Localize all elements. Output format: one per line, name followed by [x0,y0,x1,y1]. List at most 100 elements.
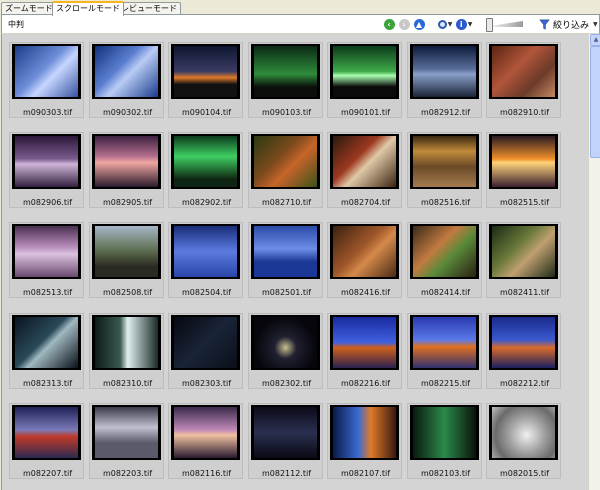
thumbnail-filename: m082710.tif [261,198,312,207]
thumbnail-filename: m082912.tif [420,108,471,117]
thumbnail-image [333,317,396,368]
thumbnail-filename: m082516.tif [420,198,471,207]
thumbnail-item[interactable]: m082501.tif [248,222,323,298]
thumbnail-item[interactable]: m082207.tif [9,403,84,479]
thumbnail-frame [330,44,399,99]
thumbnail-item[interactable]: m090302.tif [89,42,164,118]
thumbnail-item[interactable]: m082212.tif [486,313,561,389]
thumbnail-item[interactable]: m082015.tif [486,403,561,479]
thumbnail-image [413,46,476,97]
thumbnail-item[interactable]: m082310.tif [89,313,164,389]
thumbnail-image [174,407,237,458]
thumbnail-filename: m082302.tif [261,379,312,388]
thumbnail-frame [330,405,399,460]
thumbnail-item[interactable]: m090303.tif [9,42,84,118]
thumbnail-frame [489,405,558,460]
thumbnail-item[interactable]: m082910.tif [486,42,561,118]
tab-scroll-mode[interactable]: スクロールモード [52,1,124,16]
thumbnail-frame [12,224,81,279]
thumbnail-filename: m090303.tif [22,108,73,117]
thumbnail-frame [489,134,558,189]
thumbnail-image [15,46,78,97]
zoom-menu-button[interactable]: ▼ [435,17,455,31]
thumbnail-frame [12,315,81,370]
thumbnail-item[interactable]: m090104.tif [168,42,243,118]
thumbnail-item[interactable]: m082203.tif [89,403,164,479]
thumbnail-item[interactable]: m082103.tif [407,403,482,479]
thumbnail-image [254,136,317,187]
thumbnail-item[interactable]: m082313.tif [9,313,84,389]
thumbnail-item[interactable]: m082216.tif [327,313,402,389]
thumbnail-image [333,46,396,97]
thumbnail-filename: m090101.tif [340,108,391,117]
thumbnail-frame [489,224,558,279]
thumbnail-filename: m082508.tif [102,288,153,297]
thumbnail-item[interactable]: m082504.tif [168,222,243,298]
thumbnail-frame [489,315,558,370]
thumbnail-frame [92,44,161,99]
thumbnail-item[interactable]: m082411.tif [486,222,561,298]
thumbnail-filename: m082112.tif [261,469,312,478]
scroll-thumb[interactable] [590,46,600,158]
scroll-up-button[interactable]: ▲ [590,34,600,46]
thumbnail-image [174,226,237,277]
thumbnail-frame [251,224,320,279]
thumbnail-image [492,407,555,458]
thumbnail-frame [330,224,399,279]
thumbnail-item[interactable]: m082508.tif [89,222,164,298]
filter-button[interactable]: 絞り込み ▼ [539,17,598,31]
thumbnail-item[interactable]: m082416.tif [327,222,402,298]
up-button[interactable]: ▲ [412,17,426,31]
thumbnail-filename: m082207.tif [22,469,73,478]
tab-zoom-mode[interactable]: ズームモード [1,2,57,14]
thumbnail-item[interactable]: m090101.tif [327,42,402,118]
thumbnail-item[interactable]: m082302.tif [248,313,323,389]
up-icon: ▲ [413,18,425,30]
thumbnail-item[interactable]: m082515.tif [486,132,561,208]
info-menu-button[interactable]: i ▼ [454,17,474,31]
thumbnail-frame [410,405,479,460]
thumbnail-frame [410,44,479,99]
thumbnail-item[interactable]: m082513.tif [9,222,84,298]
thumbnail-item[interactable]: m082516.tif [407,132,482,208]
forward-button[interactable]: › [397,17,411,31]
thumbnail-item[interactable]: m082906.tif [9,132,84,208]
thumbnail-item[interactable]: m082902.tif [168,132,243,208]
thumbnail-filename: m082107.tif [340,469,391,478]
thumbnail-item[interactable]: m082704.tif [327,132,402,208]
thumbnail-frame [251,315,320,370]
thumbnail-filename: m082501.tif [261,288,312,297]
thumbnail-item[interactable]: m082215.tif [407,313,482,389]
thumbnail-frame [330,134,399,189]
thumbnail-filename: m082203.tif [102,469,153,478]
thumbnail-image [95,226,158,277]
thumbnail-filename: m082212.tif [499,379,550,388]
slider-thumb[interactable] [486,18,493,32]
thumbnail-item[interactable]: m082710.tif [248,132,323,208]
thumbnail-image [15,226,78,277]
thumbnail-item[interactable]: m090103.tif [248,42,323,118]
thumbnail-image [492,226,555,277]
toolbar: 中判 ‹ › ▲ ▼ i ▼ 絞り込み ▼ [1,14,600,34]
thumbnail-item[interactable]: m082107.tif [327,403,402,479]
thumbnail-image [95,46,158,97]
thumbnail-image [174,46,237,97]
vertical-scrollbar[interactable]: ▲ [588,34,600,490]
info-icon: i [455,18,467,30]
thumbnail-image [413,136,476,187]
thumbnail-item[interactable]: m082116.tif [168,403,243,479]
thumbnail-frame [92,315,161,370]
thumbnail-image [413,226,476,277]
thumbnail-item[interactable]: m082112.tif [248,403,323,479]
folder-title: 中判 [8,20,24,29]
thumbnail-filename: m090302.tif [102,108,153,117]
thumbnail-image [95,317,158,368]
thumbnail-item[interactable]: m082905.tif [89,132,164,208]
thumbnail-item[interactable]: m082912.tif [407,42,482,118]
thumbnail-size-slider[interactable] [479,18,525,32]
back-button[interactable]: ‹ [382,17,396,31]
thumbnail-item[interactable]: m082414.tif [407,222,482,298]
thumbnail-image [333,407,396,458]
thumbnail-filename: m082504.tif [181,288,232,297]
thumbnail-item[interactable]: m082303.tif [168,313,243,389]
